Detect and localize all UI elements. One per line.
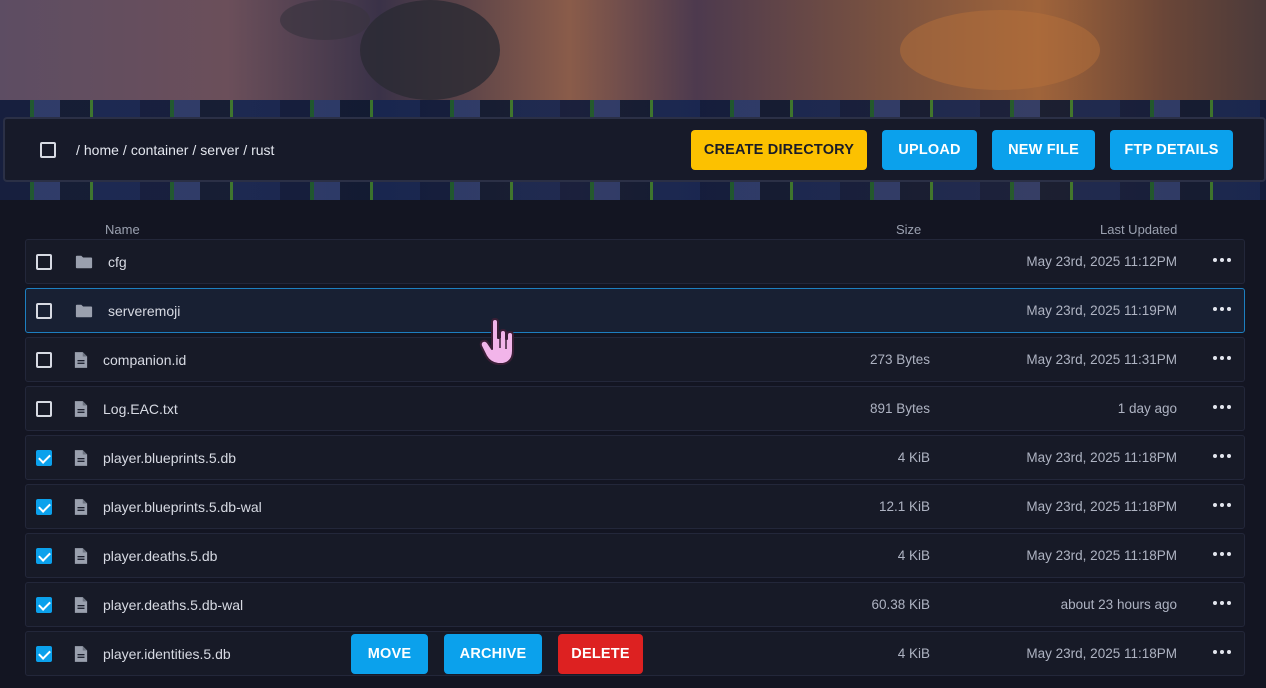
file-icon	[74, 498, 92, 516]
file-name[interactable]: cfg	[108, 254, 127, 270]
folder-icon	[74, 302, 93, 320]
file-name[interactable]: player.deaths.5.db	[103, 548, 217, 564]
new-file-button[interactable]: NEW FILE	[992, 130, 1095, 170]
breadcrumb-rust: rust	[251, 142, 275, 158]
more-options-icon[interactable]	[1213, 545, 1231, 563]
more-options-icon[interactable]	[1213, 594, 1231, 612]
file-size: 891 Bytes	[869, 401, 930, 416]
file-row[interactable]: companion.id 273 Bytes May 23rd, 2025 11:3…	[25, 337, 1245, 382]
hand-pointer-cursor-icon	[479, 318, 514, 365]
more-options-icon[interactable]	[1213, 447, 1231, 465]
file-row[interactable]: player.deaths.5.db-wal 60.38 KiB about 23 …	[25, 582, 1245, 627]
archive-button[interactable]: ARCHIVE	[444, 634, 542, 674]
folder-row[interactable]: serveremoji May 23rd, 2025 11:19PM	[25, 288, 1245, 333]
file-last-updated: about 23 hours ago	[1060, 597, 1177, 612]
breadcrumb-container[interactable]: container	[131, 142, 189, 158]
file-size: 60.38 KiB	[871, 597, 930, 612]
delete-button[interactable]: DELETE	[558, 634, 643, 674]
file-last-updated: May 23rd, 2025 11:31PM	[1026, 352, 1177, 367]
row-checkbox[interactable]	[36, 548, 52, 564]
breadcrumb-server[interactable]: server	[200, 142, 239, 158]
file-row[interactable]: player.blueprints.5.db-wal 12.1 KiB May 23…	[25, 484, 1245, 529]
row-checkbox[interactable]	[36, 401, 52, 417]
file-last-updated: May 23rd, 2025 11:12PM	[1026, 254, 1177, 269]
move-button[interactable]: MOVE	[351, 634, 428, 674]
file-name[interactable]: player.blueprints.5.db	[103, 450, 236, 466]
file-name[interactable]: player.identities.5.db	[103, 646, 231, 662]
file-name[interactable]: player.blueprints.5.db-wal	[103, 499, 262, 515]
row-checkbox[interactable]	[36, 303, 52, 319]
file-size: 4 KiB	[897, 548, 930, 563]
file-size: 273 Bytes	[869, 352, 930, 367]
file-toolbar: / home / container / server / rust CREATE DIREC…	[3, 117, 1266, 182]
more-options-icon[interactable]	[1213, 251, 1231, 269]
row-checkbox[interactable]	[36, 254, 52, 270]
file-icon	[74, 351, 92, 369]
file-name[interactable]: companion.id	[103, 352, 186, 368]
row-checkbox[interactable]	[36, 499, 52, 515]
folder-icon	[74, 253, 93, 271]
row-checkbox[interactable]	[36, 597, 52, 613]
file-last-updated: May 23rd, 2025 11:18PM	[1026, 450, 1177, 465]
file-name[interactable]: serveremoji	[108, 303, 180, 319]
file-row[interactable]: player.blueprints.5.db 4 KiB May 23rd, 202…	[25, 435, 1245, 480]
file-size: 12.1 KiB	[878, 499, 930, 514]
file-last-updated: May 23rd, 2025 11:18PM	[1026, 499, 1177, 514]
file-row[interactable]: Log.EAC.txt 891 Bytes 1 day ago	[25, 386, 1245, 431]
folder-row[interactable]: cfg May 23rd, 2025 11:12PM	[25, 239, 1245, 284]
column-header-name: Name	[105, 222, 140, 237]
file-icon	[74, 547, 92, 565]
ftp-details-button[interactable]: FTP DETAILS	[1110, 130, 1233, 170]
more-options-icon[interactable]	[1213, 398, 1231, 416]
file-name[interactable]: Log.EAC.txt	[103, 401, 178, 417]
more-options-icon[interactable]	[1213, 643, 1231, 661]
file-icon	[74, 400, 92, 418]
column-header-last-updated: Last Updated	[1100, 222, 1178, 237]
file-last-updated: 1 day ago	[1117, 401, 1177, 416]
file-name[interactable]: player.deaths.5.db-wal	[103, 597, 243, 613]
file-last-updated: May 23rd, 2025 11:18PM	[1026, 548, 1177, 563]
more-options-icon[interactable]	[1213, 496, 1231, 514]
breadcrumb: / home / container / server / rust	[76, 142, 275, 158]
more-options-icon[interactable]	[1213, 300, 1231, 318]
file-last-updated: May 23rd, 2025 11:18PM	[1026, 646, 1177, 661]
breadcrumb-home[interactable]: home	[84, 142, 119, 158]
file-size: 4 KiB	[897, 450, 930, 465]
create-directory-button[interactable]: CREATE DIRECTORY	[691, 130, 867, 170]
file-icon	[74, 645, 92, 663]
select-all-checkbox[interactable]	[40, 142, 56, 158]
file-last-updated: May 23rd, 2025 11:19PM	[1026, 303, 1177, 318]
upload-button[interactable]: UPLOAD	[882, 130, 977, 170]
file-icon	[74, 596, 92, 614]
row-checkbox[interactable]	[36, 352, 52, 368]
row-checkbox[interactable]	[36, 450, 52, 466]
more-options-icon[interactable]	[1213, 349, 1231, 367]
row-checkbox[interactable]	[36, 646, 52, 662]
file-row[interactable]: player.deaths.5.db 4 KiB May 23rd, 2025 11…	[25, 533, 1245, 578]
column-header-size: Size	[896, 222, 922, 237]
file-size: 4 KiB	[897, 646, 930, 661]
file-icon	[74, 449, 92, 467]
